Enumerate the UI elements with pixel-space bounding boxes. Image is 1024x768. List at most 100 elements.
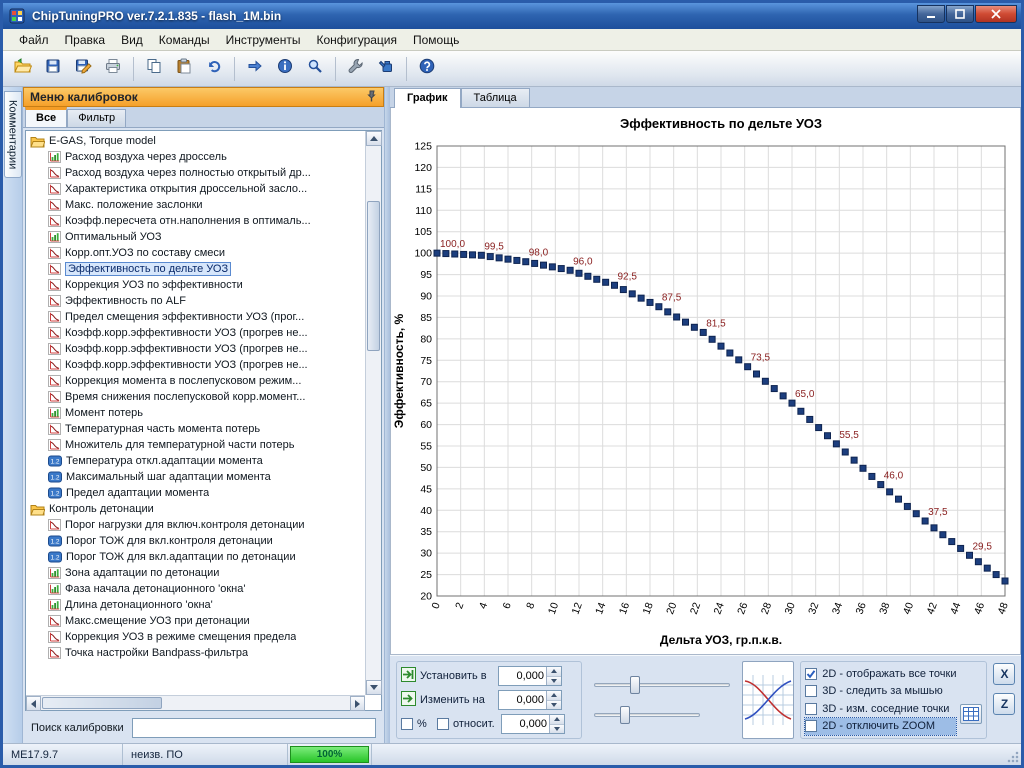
tree-item[interactable]: Коэфф.корр.эффективности УОЗ (прогрев не… <box>30 325 365 341</box>
chart-area[interactable]: 20 25 30 35 40 45 50 55 60 65 70 75 80 85 90 95 100 105 11… <box>390 108 1021 655</box>
option-checkbox[interactable] <box>805 667 818 680</box>
tree-item[interactable]: Коэфф.корр.эффективности УОЗ (прогрев не… <box>30 341 365 357</box>
copy-button[interactable] <box>140 55 168 83</box>
close-button[interactable] <box>975 5 1017 23</box>
tree-item[interactable]: Расход воздуха через полностью открытый … <box>30 165 365 181</box>
menu-item[interactable]: Помощь <box>405 30 467 50</box>
slider-thumb[interactable] <box>629 676 640 694</box>
tree-item[interactable]: Коррекция УОЗ по эффективности <box>30 277 365 293</box>
help-button[interactable] <box>413 55 441 83</box>
tree-item[interactable]: 1.2 Порог ТОЖ для вкл.адаптации по детона… <box>30 549 365 565</box>
search-input[interactable] <box>131 718 376 738</box>
tree-item[interactable]: Множитель для температурной части потерь <box>30 437 365 453</box>
horizontal-scroll-thumb[interactable] <box>42 697 162 709</box>
tree-item[interactable]: Фаза начала детонационного 'окна' <box>30 581 365 597</box>
search-button[interactable] <box>301 55 329 83</box>
print-button[interactable] <box>99 55 127 83</box>
menu-item[interactable]: Файл <box>11 30 57 50</box>
display-option-row[interactable]: 2D - отключить ZOOM <box>804 716 958 736</box>
slider-thumb[interactable] <box>619 706 630 724</box>
spin-up-button[interactable] <box>547 667 561 677</box>
tree-item[interactable]: Эффективность по ALF <box>30 293 365 309</box>
tree-item[interactable]: Порог нагрузки для включ.контроля детона… <box>30 517 365 533</box>
save-edit-button[interactable] <box>69 55 97 83</box>
tree-item[interactable]: Коррекция момента в послепусковом режим.… <box>30 373 365 389</box>
spin-down-button[interactable] <box>547 700 561 709</box>
tree-item[interactable]: Момент потерь <box>30 405 365 421</box>
tree-item[interactable]: 1.2 Предел адаптации момента <box>30 485 365 501</box>
tree-item[interactable]: Макс.смещение УОЗ при детонации <box>30 613 365 629</box>
maximize-button[interactable] <box>946 5 974 23</box>
tree-vertical-scrollbar[interactable] <box>365 131 382 695</box>
option-checkbox[interactable] <box>805 685 818 698</box>
tree-item[interactable]: Температурная часть момента потерь <box>30 421 365 437</box>
curve-preview-icon[interactable] <box>741 661 795 739</box>
tree-item[interactable]: Коррекция УОЗ в режиме смещения предела <box>30 629 365 645</box>
grid-button[interactable] <box>960 704 983 724</box>
tree-item[interactable]: Время снижения послепусковой корр.момент… <box>30 389 365 405</box>
comments-tab[interactable]: Комментарии <box>3 91 22 179</box>
relative-checkbox[interactable] <box>437 718 449 730</box>
refill-button[interactable] <box>372 55 400 83</box>
tree-item[interactable]: Характеристика открытия дроссельной засл… <box>30 181 365 197</box>
minimize-button[interactable] <box>917 5 945 23</box>
display-option-row[interactable]: 2D - отображать все точки <box>805 665 956 682</box>
tree-item[interactable]: Коэфф.корр.эффективности УОЗ (прогрев не… <box>30 357 365 373</box>
undo-button[interactable] <box>200 55 228 83</box>
display-option-row[interactable]: 3D - изм. соседние точки <box>805 700 956 717</box>
percent-checkbox[interactable] <box>401 718 413 730</box>
tab-table[interactable]: Таблица <box>460 88 530 107</box>
save-button[interactable] <box>39 55 67 83</box>
display-option-row[interactable]: 3D - следить за мышью <box>805 683 956 700</box>
tree-item[interactable]: Коэфф.пересчета отн.наполнения в оптимал… <box>30 213 365 229</box>
spin-down-button[interactable] <box>550 724 564 733</box>
tree-item[interactable]: Длина детонационного 'окна' <box>30 597 365 613</box>
scroll-up-button[interactable] <box>366 131 382 146</box>
option-checkbox[interactable] <box>805 702 818 715</box>
tree-item[interactable]: Зона адаптации по детонации <box>30 565 365 581</box>
tree-folder[interactable]: Контроль детонации <box>30 501 365 517</box>
step-slider[interactable] <box>592 705 702 725</box>
tree-item[interactable]: Расход воздуха через дроссель <box>30 149 365 165</box>
menu-item[interactable]: Вид <box>113 30 151 50</box>
tree-folder[interactable]: E-GAS, Torque model <box>30 133 365 149</box>
z-axis-button[interactable]: Z <box>993 693 1016 715</box>
menu-item[interactable]: Конфигурация <box>308 30 405 50</box>
tree-item[interactable]: Корр.опт.УОЗ по составу смеси <box>30 245 365 261</box>
spin-up-button[interactable] <box>550 715 564 725</box>
scroll-right-button[interactable] <box>350 696 365 711</box>
tab-all[interactable]: Все <box>25 107 68 127</box>
menu-item[interactable]: Правка <box>57 30 114 50</box>
set-value-input[interactable] <box>499 667 546 685</box>
spin-up-button[interactable] <box>547 691 561 701</box>
spin-down-button[interactable] <box>547 676 561 685</box>
tree-item[interactable]: Точка настройки Bandpass-фильтра <box>30 645 365 661</box>
resize-grip[interactable] <box>1007 751 1019 763</box>
menu-item[interactable]: Команды <box>151 30 218 50</box>
tree-item[interactable]: Макс. положение заслонки <box>30 197 365 213</box>
tree-item[interactable]: Оптимальный УОЗ <box>30 229 365 245</box>
tab-chart[interactable]: График <box>394 88 461 108</box>
tree-item[interactable]: 1.2 Порог ТОЖ для вкл.контроля детонации <box>30 533 365 549</box>
compare-button[interactable] <box>241 55 269 83</box>
menu-item[interactable]: Инструменты <box>218 30 309 50</box>
paste-button[interactable] <box>170 55 198 83</box>
tree-horizontal-scrollbar[interactable] <box>26 695 365 711</box>
scroll-down-button[interactable] <box>366 680 382 695</box>
tree-item[interactable]: Предел смещения эффективности УОЗ (прог.… <box>30 309 365 325</box>
tab-filter[interactable]: Фильтр <box>67 109 127 127</box>
vertical-scroll-thumb[interactable] <box>367 201 380 351</box>
tree-item[interactable]: Эффективность по дельте УОЗ <box>30 261 365 277</box>
pin-icon[interactable] <box>366 90 377 105</box>
tree-item[interactable]: 1.2 Максимальный шаг адаптации момента <box>30 469 365 485</box>
value-slider[interactable] <box>592 675 732 695</box>
tree-item[interactable]: 1.2 Температура откл.адаптации момента <box>30 453 365 469</box>
x-axis-button[interactable]: X <box>993 663 1016 685</box>
change-value-input[interactable] <box>499 691 546 709</box>
title-bar[interactable]: ChipTuningPRO ver.7.2.1.835 - flash_1M.b… <box>3 3 1021 29</box>
info-button[interactable] <box>271 55 299 83</box>
scroll-left-button[interactable] <box>26 696 41 711</box>
option-checkbox[interactable] <box>805 720 818 733</box>
open-button[interactable] <box>9 55 37 83</box>
relative-input[interactable] <box>502 715 549 733</box>
